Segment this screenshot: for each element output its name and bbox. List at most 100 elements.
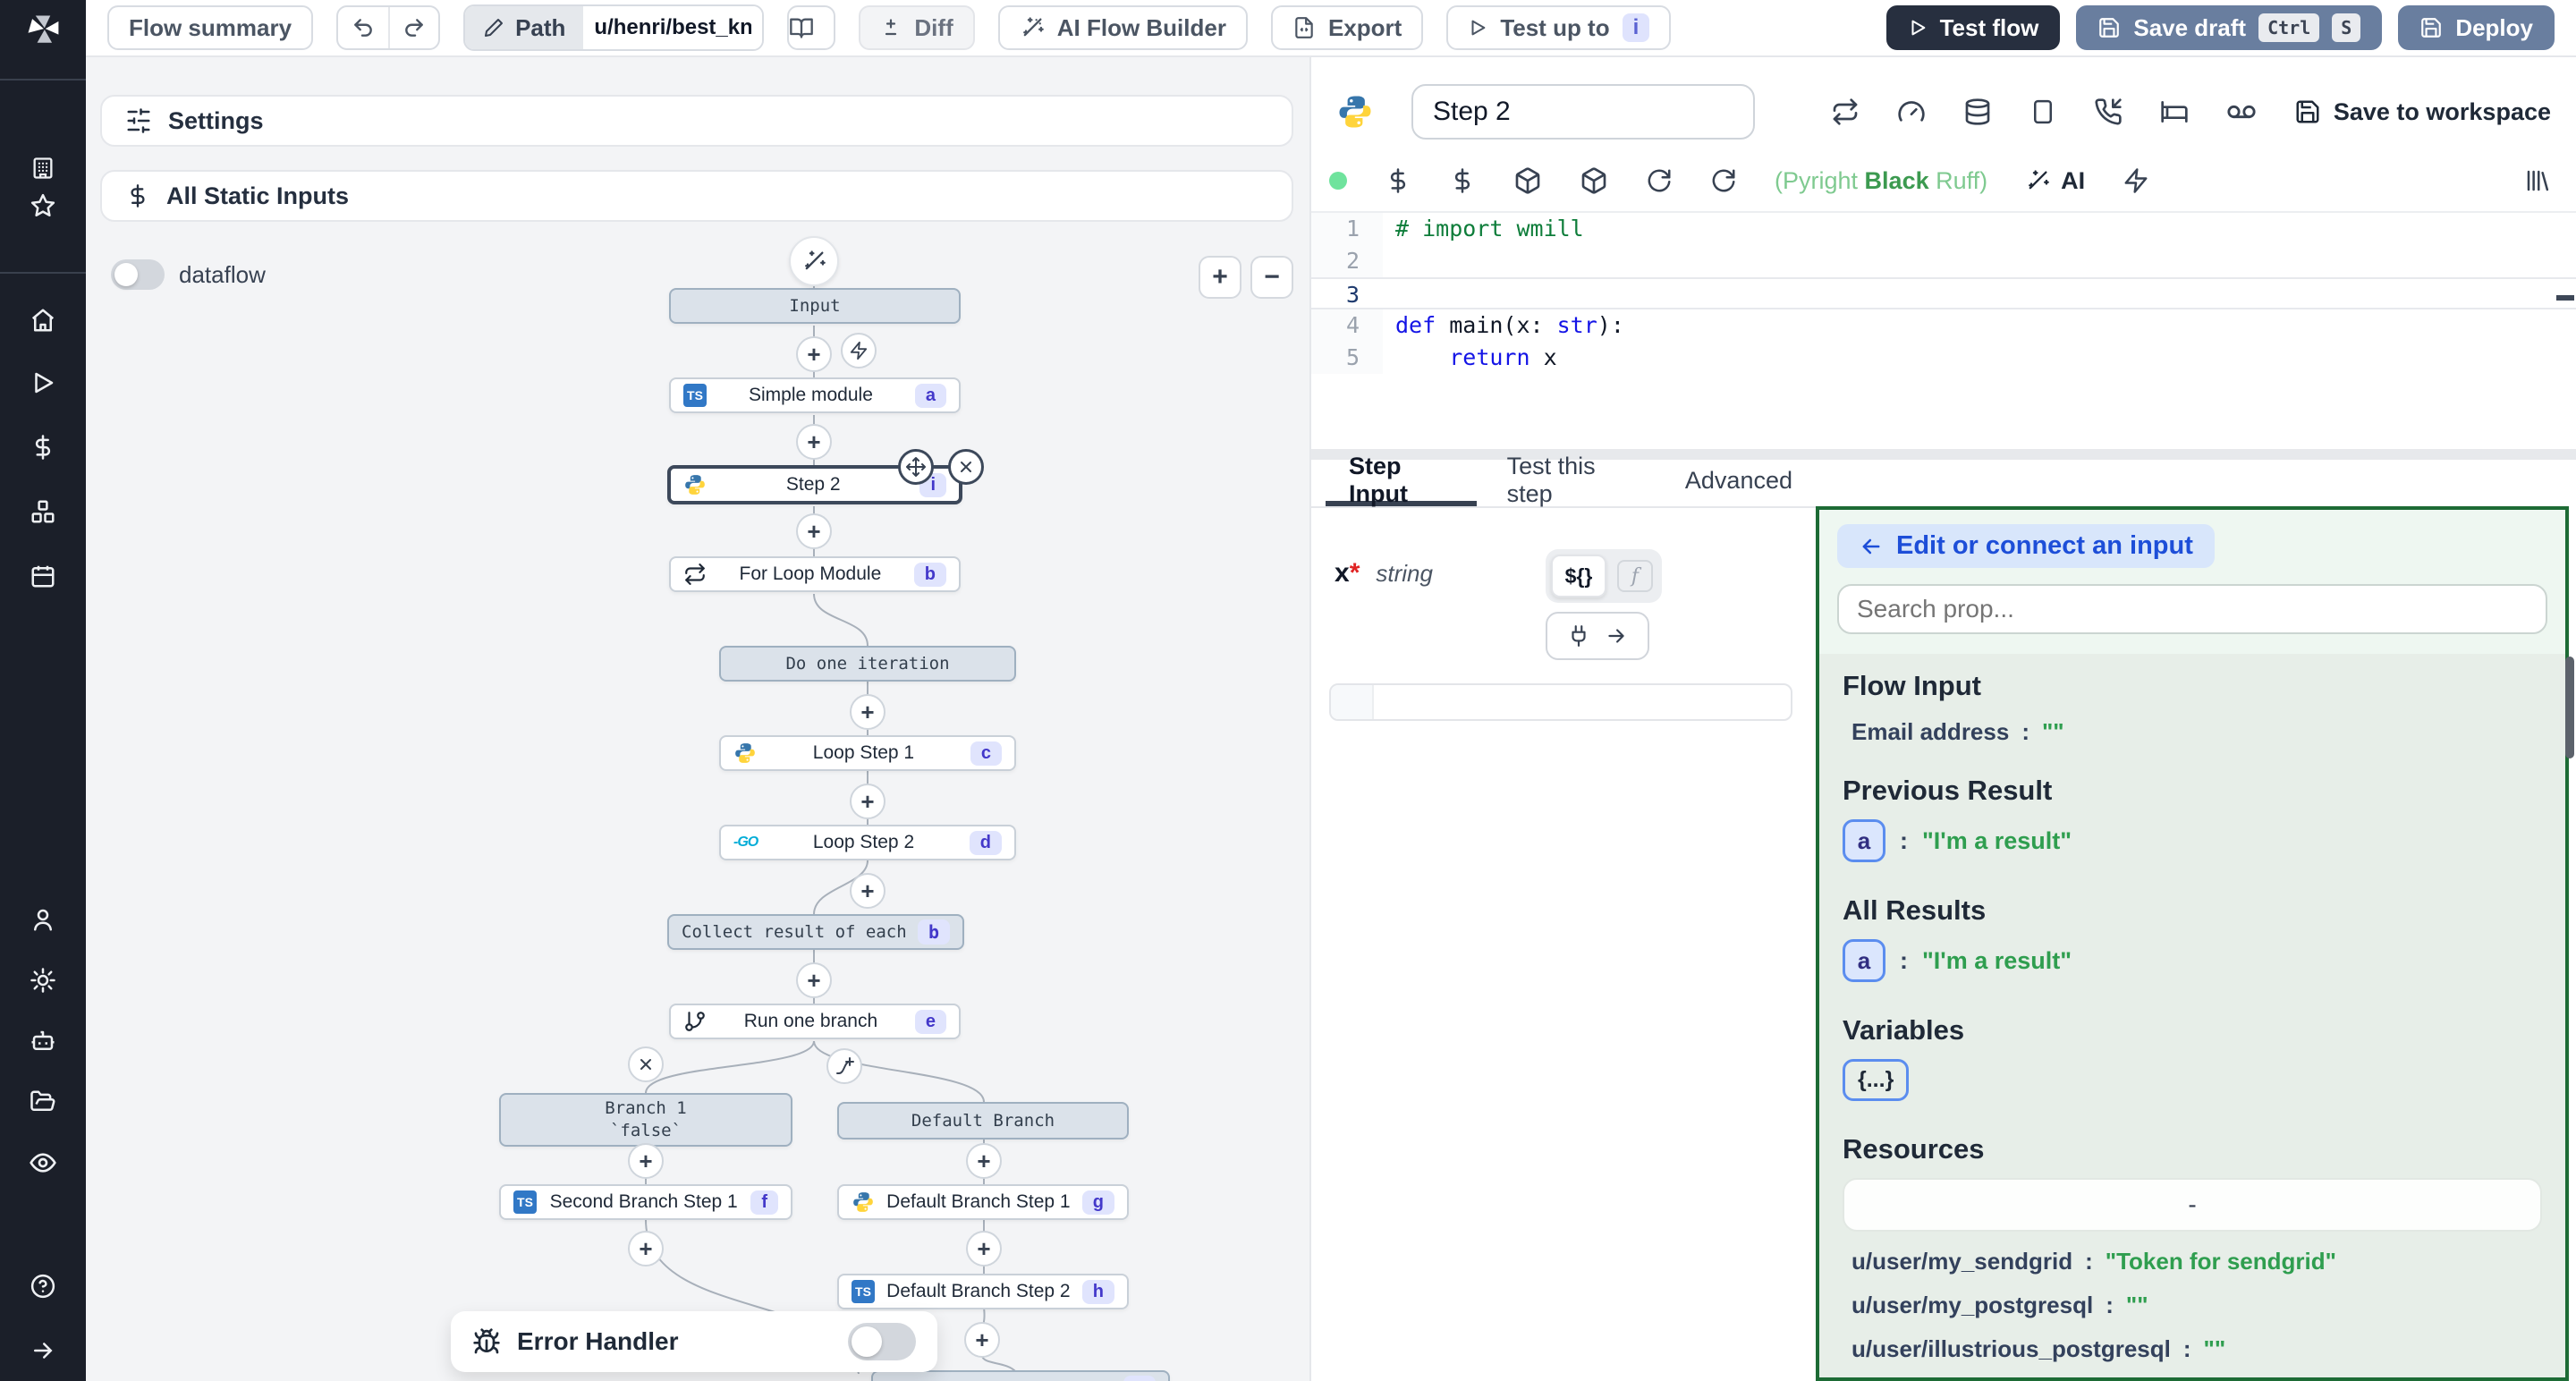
zoom-out-button[interactable]: − xyxy=(1250,256,1293,299)
flow-node-loop-step-2[interactable]: -GO Loop Step 2 d xyxy=(719,825,1016,860)
resource-row[interactable]: u/user/illustrious_postgresql:"" xyxy=(1843,1335,2542,1363)
deploy-button[interactable]: Deploy xyxy=(2398,5,2555,50)
insert-step-button[interactable]: + xyxy=(850,873,886,909)
dataflow-toggle[interactable] xyxy=(111,259,165,290)
runs-play-icon[interactable] xyxy=(30,369,56,396)
ai-flow-builder-button[interactable]: AI Flow Builder xyxy=(998,5,1248,50)
refresh-icon[interactable] xyxy=(1710,167,1737,194)
insert-step-button[interactable]: + xyxy=(966,1143,1002,1179)
docs-book-button[interactable] xyxy=(787,5,835,50)
insert-step-button[interactable]: + xyxy=(796,336,832,372)
flow-node-collect-result[interactable]: Collect result of each iteration b xyxy=(667,914,964,950)
flow-node-do-one-iteration[interactable]: Do one iteration xyxy=(719,646,1016,682)
scrollbar-thumb[interactable] xyxy=(2565,657,2574,758)
help-icon[interactable] xyxy=(30,1273,56,1300)
flow-node-simple-module[interactable]: TS Simple module a xyxy=(669,377,961,413)
zap-icon[interactable] xyxy=(2123,167,2149,194)
database-icon[interactable] xyxy=(1963,97,1992,126)
insert-step-button[interactable]: + xyxy=(966,1231,1002,1267)
insert-step-button[interactable]: + xyxy=(796,424,832,460)
ai-assist-button[interactable]: AI xyxy=(2025,167,2085,195)
insert-step-button[interactable]: + xyxy=(628,1231,664,1267)
flow-node-default-branch[interactable]: Default Branch xyxy=(837,1102,1129,1140)
save-draft-button[interactable]: Save draft Ctrl S xyxy=(2076,5,2382,50)
schedules-calendar-icon[interactable] xyxy=(30,563,56,589)
flow-node-branch-1[interactable]: Branch 1`false` xyxy=(499,1093,792,1147)
delete-step-handle[interactable] xyxy=(948,449,984,485)
add-branch-pin[interactable] xyxy=(826,1048,862,1084)
collapse-arrow-icon[interactable] xyxy=(30,1337,56,1364)
zoom-in-button[interactable]: + xyxy=(1199,256,1241,299)
repeat-icon[interactable] xyxy=(1831,97,1860,126)
flow-node-loop-step-1[interactable]: Loop Step 1 c xyxy=(719,735,1016,771)
test-flow-button[interactable]: Test flow xyxy=(1886,5,2061,50)
redo-button[interactable] xyxy=(388,7,438,48)
windmill-logo-icon[interactable] xyxy=(23,11,63,50)
variables-dollar-icon[interactable] xyxy=(30,434,56,461)
flow-node-input[interactable]: Input xyxy=(669,288,961,324)
dollar-icon[interactable] xyxy=(1449,167,1476,194)
move-step-handle[interactable] xyxy=(898,449,934,485)
resources-boxes-icon[interactable] xyxy=(30,498,56,525)
flow-node-default-branch-step-1[interactable]: Default Branch Step 1 g xyxy=(837,1184,1129,1220)
code-line[interactable]: 1# import wmill xyxy=(1311,213,2576,245)
connect-input-button[interactable] xyxy=(1546,612,1649,660)
trigger-zap-pin[interactable] xyxy=(841,333,877,369)
diff-button[interactable]: Diff xyxy=(859,5,974,50)
result-a-badge[interactable]: a xyxy=(1843,819,1885,862)
folders-icon[interactable] xyxy=(30,1089,56,1115)
flow-input-row[interactable]: Email address:"" xyxy=(1843,718,2542,746)
edit-or-connect-button[interactable]: Edit or connect an input xyxy=(1837,524,2215,568)
param-value-input[interactable] xyxy=(1329,683,1792,721)
remove-branch-pin[interactable] xyxy=(628,1046,664,1082)
favorites-star-icon[interactable] xyxy=(30,192,56,219)
insert-step-button[interactable]: + xyxy=(796,513,832,549)
flow-graph-canvas[interactable]: dataflow + − Input + TS Simple module a … xyxy=(86,57,1309,1381)
voicemail-icon[interactable] xyxy=(2226,97,2257,127)
flow-node-default-branch-step-2[interactable]: TS Default Branch Step 2 h xyxy=(837,1274,1129,1309)
ai-wand-pin[interactable] xyxy=(789,236,839,286)
package-icon[interactable] xyxy=(1513,166,1542,195)
path-input[interactable] xyxy=(583,6,762,49)
refresh-icon[interactable] xyxy=(1646,167,1673,194)
tab-advanced[interactable]: Advanced xyxy=(1662,460,1816,506)
phone-incoming-icon[interactable] xyxy=(2094,97,2123,126)
container-icon[interactable] xyxy=(2029,98,2056,125)
home-icon[interactable] xyxy=(30,307,56,334)
step-name-input[interactable] xyxy=(1411,84,1755,140)
audit-eye-icon[interactable] xyxy=(29,1148,57,1177)
gauge-icon[interactable] xyxy=(1897,97,1926,126)
code-line[interactable]: 4def main(x: str): xyxy=(1311,309,2576,342)
flow-node-run-one-branch[interactable]: Run one branch e xyxy=(669,1004,961,1039)
resource-row[interactable]: u/user/my_sendgrid:"Token for sendgrid" xyxy=(1843,1248,2542,1275)
test-up-to-button[interactable]: Test up to i xyxy=(1446,5,1671,50)
workers-bot-icon[interactable] xyxy=(30,1028,56,1055)
function-toggle[interactable]: f xyxy=(1617,560,1653,592)
dollar-icon[interactable] xyxy=(1385,167,1411,194)
code-editor[interactable]: 1# import wmill234def main(x: str):5 ret… xyxy=(1311,211,2576,449)
error-handler-toggle[interactable] xyxy=(848,1323,916,1360)
code-line[interactable]: 2 xyxy=(1311,245,2576,277)
undo-button[interactable] xyxy=(338,7,388,48)
code-line[interactable]: 3 xyxy=(1311,277,2576,309)
insert-step-button[interactable]: + xyxy=(850,694,886,730)
workspace-building-icon[interactable] xyxy=(30,156,55,181)
variables-object-chip[interactable]: {...} xyxy=(1843,1059,1909,1101)
flow-node-step-2-selected[interactable]: Step 2 i xyxy=(667,465,962,504)
tab-step-input[interactable]: Step Input xyxy=(1326,460,1477,506)
insert-step-button[interactable]: + xyxy=(964,1322,1000,1358)
flow-node-second-branch-step-1[interactable]: TS Second Branch Step 1 f xyxy=(499,1184,792,1220)
bed-icon[interactable] xyxy=(2160,97,2189,126)
result-a-badge[interactable]: a xyxy=(1843,939,1885,982)
tab-test-this-step[interactable]: Test this step xyxy=(1484,460,1655,506)
editor-divider[interactable] xyxy=(1311,449,2576,460)
insert-step-button[interactable]: + xyxy=(850,784,886,819)
user-icon[interactable] xyxy=(30,906,56,933)
insert-step-button[interactable]: + xyxy=(628,1143,664,1179)
flow-node-for-loop[interactable]: For Loop Module b xyxy=(669,556,961,592)
library-icon[interactable] xyxy=(2524,167,2551,194)
resource-row[interactable]: u/user/my_postgresql:"" xyxy=(1843,1292,2542,1319)
package-icon[interactable] xyxy=(1580,166,1608,195)
code-line[interactable]: 5 return x xyxy=(1311,342,2576,374)
export-button[interactable]: Export xyxy=(1271,5,1423,50)
